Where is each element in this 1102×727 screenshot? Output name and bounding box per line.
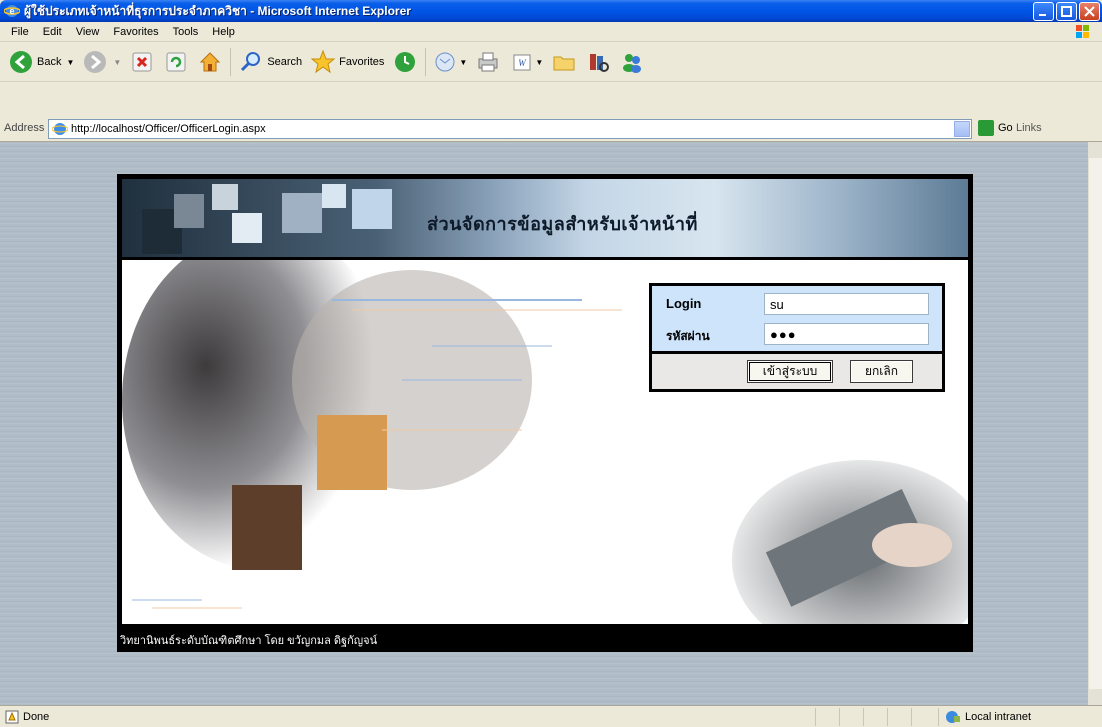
print-icon bbox=[478, 52, 498, 72]
menu-edit[interactable]: Edit bbox=[36, 26, 69, 38]
favorites-star-icon bbox=[310, 49, 336, 74]
messenger-button[interactable] bbox=[615, 45, 649, 79]
status-text: Done bbox=[23, 710, 50, 723]
forward-dropdown-icon[interactable]: ▼ bbox=[113, 58, 121, 67]
print-button[interactable] bbox=[471, 45, 505, 79]
scroll-down-icon[interactable] bbox=[1089, 689, 1102, 705]
mail-dropdown-icon[interactable]: ▼ bbox=[459, 58, 467, 67]
search-icon bbox=[241, 52, 261, 72]
research-books-icon bbox=[590, 54, 610, 72]
zone-text: Local intranet bbox=[965, 711, 1032, 723]
stop-icon bbox=[132, 52, 152, 72]
back-dropdown-icon[interactable]: ▼ bbox=[66, 58, 74, 67]
favorites-button[interactable]: Favorites bbox=[306, 45, 388, 79]
menu-bar: File Edit View Favorites Tools Help bbox=[0, 22, 1102, 42]
address-dropdown-icon[interactable] bbox=[954, 121, 970, 137]
forward-button[interactable]: ▼ bbox=[78, 45, 125, 79]
close-icon bbox=[1084, 6, 1095, 17]
login-form: Login รหัสผ่าน เข้าสู่ระบบ ยกเลิก bbox=[649, 283, 945, 392]
home-button[interactable] bbox=[193, 45, 227, 79]
maximize-button[interactable] bbox=[1056, 2, 1077, 21]
refresh-button[interactable] bbox=[159, 45, 193, 79]
home-icon bbox=[200, 52, 221, 72]
menu-help[interactable]: Help bbox=[205, 26, 242, 38]
mail-icon bbox=[435, 52, 455, 72]
vertical-scrollbar[interactable] bbox=[1088, 142, 1102, 705]
window-titlebar[interactable]: e ผู้ใช้ประเภทเจ้าหน้าที่ธุรการประจำภาคว… bbox=[0, 0, 1102, 22]
messenger-icon bbox=[623, 54, 642, 73]
address-label: Address bbox=[4, 122, 45, 134]
status-panels bbox=[815, 708, 935, 726]
security-zone[interactable]: Local intranet bbox=[938, 708, 1102, 726]
password-label: รหัสผ่าน bbox=[666, 329, 710, 343]
local-intranet-icon bbox=[946, 711, 960, 723]
login-buttons-panel: เข้าสู่ระบบ ยกเลิก bbox=[652, 354, 942, 389]
maximize-icon bbox=[1061, 6, 1072, 17]
folder-icon bbox=[553, 56, 575, 71]
minimize-button[interactable] bbox=[1033, 2, 1054, 21]
page-banner: ส่วนจัดการข้อมูลสำหรับเจ้าหน้าที่ bbox=[122, 179, 968, 257]
back-button[interactable]: Back ▼ bbox=[4, 45, 78, 79]
page-done-icon bbox=[5, 710, 19, 723]
links-toolbar[interactable]: Links bbox=[1016, 122, 1042, 134]
edit-dropdown-icon[interactable]: ▼ bbox=[535, 58, 543, 67]
favorites-label: Favorites bbox=[339, 56, 385, 68]
search-button[interactable]: Search bbox=[234, 45, 306, 79]
address-bar: Address http://localhost/Officer/Officer… bbox=[0, 116, 1102, 142]
go-arrow-icon bbox=[978, 120, 994, 136]
go-label: Go bbox=[998, 122, 1013, 134]
mail-button[interactable]: ▼ bbox=[429, 45, 471, 79]
login-fields-panel: Login รหัสผ่าน bbox=[652, 286, 942, 351]
go-button[interactable]: Go bbox=[978, 120, 1013, 136]
content-frame: ส่วนจัดการข้อมูลสำหรับเจ้าหน้าที่ วิทยาน… bbox=[117, 174, 973, 652]
footer-text: วิทยานิพนธ์ระดับบัณฑิตศึกษา โดย ขวัญกมล … bbox=[120, 635, 378, 647]
research-button[interactable] bbox=[581, 45, 615, 79]
menu-favorites[interactable]: Favorites bbox=[106, 26, 165, 38]
menu-file[interactable]: File bbox=[4, 26, 36, 38]
banner-title: ส่วนจัดการข้อมูลสำหรับเจ้าหน้าที่ bbox=[427, 214, 698, 235]
cancel-button[interactable]: ยกเลิก bbox=[850, 360, 913, 383]
login-button[interactable]: เข้าสู่ระบบ bbox=[747, 360, 833, 383]
forward-arrow-icon bbox=[84, 51, 107, 73]
standard-toolbar: Back ▼ ▼ Search Favorites ▼ W ▼ bbox=[0, 43, 1102, 82]
refresh-icon bbox=[166, 52, 186, 72]
toolbar-separator bbox=[425, 48, 427, 76]
back-arrow-icon bbox=[10, 51, 32, 73]
search-label: Search bbox=[267, 56, 303, 68]
username-input[interactable] bbox=[764, 293, 929, 315]
page-footer: วิทยานิพนธ์ระดับบัณฑิตศึกษา โดย ขวัญกมล … bbox=[117, 627, 973, 652]
windows-logo-icon bbox=[1076, 25, 1089, 38]
back-label: Back bbox=[37, 56, 62, 68]
stop-button[interactable] bbox=[125, 45, 159, 79]
address-url[interactable]: http://localhost/Officer/OfficerLogin.as… bbox=[71, 123, 266, 135]
page-ie-icon bbox=[52, 123, 68, 135]
address-field[interactable]: http://localhost/Officer/OfficerLogin.as… bbox=[48, 119, 972, 139]
toolbar-separator bbox=[230, 48, 232, 76]
status-bar: Done Local intranet bbox=[0, 705, 1102, 727]
menu-view[interactable]: View bbox=[69, 26, 107, 38]
close-button[interactable] bbox=[1079, 2, 1100, 21]
history-button[interactable] bbox=[388, 45, 422, 79]
ie-icon: e bbox=[4, 5, 20, 17]
username-label: Login bbox=[666, 296, 702, 311]
minimize-icon bbox=[1039, 14, 1046, 16]
password-input[interactable] bbox=[764, 323, 929, 345]
edit-button[interactable]: W ▼ bbox=[505, 45, 547, 79]
menu-tools[interactable]: Tools bbox=[166, 26, 206, 38]
scroll-up-icon[interactable] bbox=[1089, 142, 1102, 158]
window-title: ผู้ใช้ประเภทเจ้าหน้าที่ธุรการประจำภาควิช… bbox=[24, 3, 411, 18]
word-edit-icon: W bbox=[513, 54, 531, 71]
svg-text:e: e bbox=[9, 6, 14, 16]
discuss-button[interactable] bbox=[547, 45, 581, 79]
history-icon bbox=[395, 52, 416, 72]
